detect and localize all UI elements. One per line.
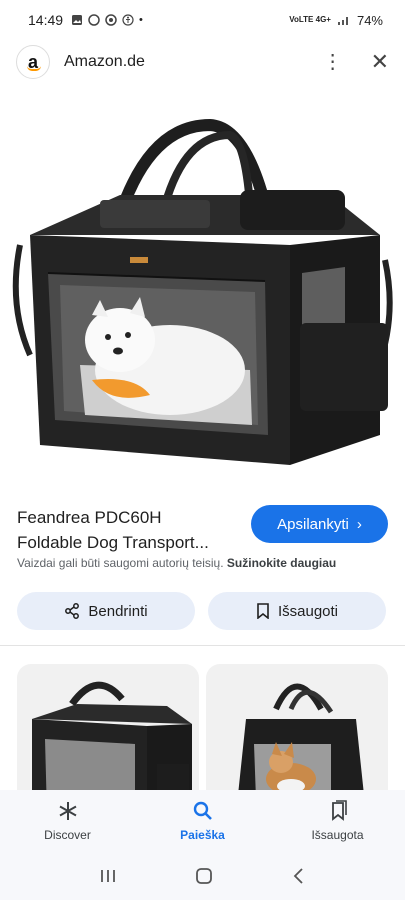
search-icon [192, 800, 214, 822]
save-label: Išsaugoti [277, 602, 339, 620]
close-icon[interactable]: ✕ [371, 51, 389, 73]
gallery-icon [72, 15, 83, 25]
product-title-line1: Feandrea PDC60H [17, 508, 162, 527]
accessibility-icon [122, 14, 134, 26]
chevron-right-icon: › [356, 515, 362, 533]
network-type: VoLTE 4G+ [289, 15, 331, 24]
divider [0, 645, 405, 646]
nav-search[interactable]: Paieška [135, 790, 270, 852]
messenger-icon [88, 14, 100, 26]
site-name[interactable]: Amazon.de [64, 53, 145, 71]
product-title[interactable]: Feandrea PDC60H Foldable Dog Transport..… [17, 505, 247, 555]
back-icon[interactable] [292, 867, 306, 885]
bottom-navigation: Discover Paieška Išsaugota [0, 790, 405, 852]
status-time: 14:49 [28, 12, 64, 28]
nav-saved[interactable]: Išsaugota [270, 790, 405, 852]
share-button[interactable]: Bendrinti [17, 592, 195, 630]
whatsapp-icon [105, 14, 117, 26]
status-right: VoLTE 4G+ 74% [289, 13, 383, 28]
signal-icon [337, 17, 348, 25]
amazon-logo-icon: a [16, 45, 50, 79]
battery-level: 74% [356, 12, 383, 28]
recent-apps-icon[interactable] [99, 868, 117, 884]
status-bar: 14:49 • VoLTE 4G+ 74% [0, 0, 405, 40]
save-button[interactable]: Išsaugoti [208, 592, 386, 630]
more-options-icon[interactable]: ⋮ [323, 52, 343, 72]
product-title-line2: Foldable Dog Transport... [17, 533, 209, 552]
collections-icon [327, 800, 349, 822]
nav-search-label: Paieška [180, 828, 225, 842]
visit-label: Apsilankyti [277, 515, 349, 533]
nav-discover[interactable]: Discover [0, 790, 135, 852]
product-image[interactable] [0, 95, 405, 480]
dot-icon: • [139, 14, 143, 26]
asterisk-icon [57, 800, 79, 822]
learn-more-link[interactable]: Sužinokite daugiau [227, 556, 336, 570]
bookmark-icon [257, 603, 269, 619]
system-navigation [0, 852, 405, 900]
copyright-notice: Vaizdai gali būti saugomi autorių teisių… [17, 556, 337, 570]
nav-discover-label: Discover [44, 828, 91, 842]
share-icon [65, 603, 80, 619]
nav-saved-label: Išsaugota [311, 828, 364, 842]
dog-carrier-image [12, 118, 393, 465]
source-header: a Amazon.de ⋮ ✕ [0, 40, 405, 84]
home-icon[interactable] [195, 867, 213, 885]
visit-button[interactable]: Apsilankyti › [251, 505, 388, 543]
notification-icons: • [71, 14, 143, 26]
share-label: Bendrinti [88, 602, 148, 620]
